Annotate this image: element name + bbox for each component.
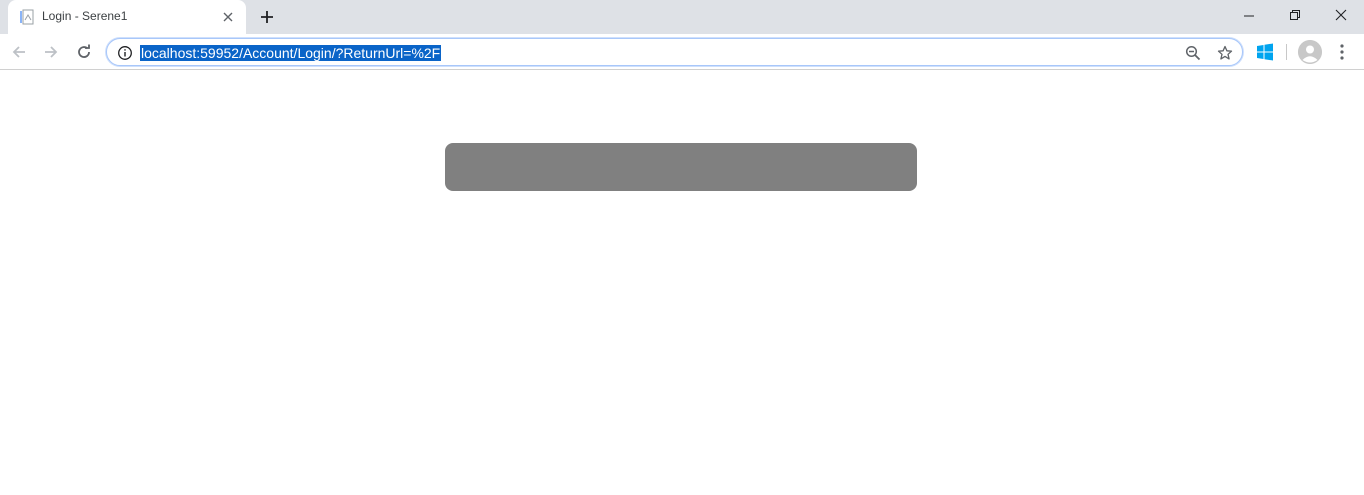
browser-titlebar: Login - Serene1 (0, 0, 1364, 34)
star-icon[interactable] (1216, 44, 1234, 62)
menu-dots-icon[interactable] (1332, 40, 1352, 64)
url-text[interactable]: localhost:59952/Account/Login/?ReturnUrl… (140, 45, 442, 61)
restore-icon[interactable] (1272, 0, 1318, 30)
back-arrow-icon[interactable] (6, 39, 32, 65)
address-bar[interactable]: localhost:59952/Account/Login/?ReturnUrl… (106, 38, 1243, 66)
browser-toolbar: localhost:59952/Account/Login/?ReturnUrl… (0, 34, 1364, 70)
toolbar-divider (1286, 44, 1287, 60)
new-tab-icon[interactable] (256, 6, 278, 28)
loading-placeholder (445, 143, 917, 191)
page-content (0, 71, 1364, 495)
close-icon[interactable] (1318, 0, 1364, 30)
forward-arrow-icon[interactable] (38, 39, 64, 65)
tab-title: Login - Serene1 (42, 9, 128, 23)
tab-close-icon[interactable] (220, 9, 236, 25)
minimize-icon[interactable] (1226, 0, 1272, 30)
reload-icon[interactable] (71, 39, 97, 65)
windows-extension-icon[interactable] (1256, 43, 1274, 61)
profile-avatar-icon[interactable] (1298, 40, 1322, 64)
page-icon (20, 9, 34, 25)
info-icon[interactable] (117, 45, 133, 61)
browser-tab[interactable]: Login - Serene1 (8, 0, 246, 34)
zoom-out-icon[interactable] (1184, 44, 1202, 62)
